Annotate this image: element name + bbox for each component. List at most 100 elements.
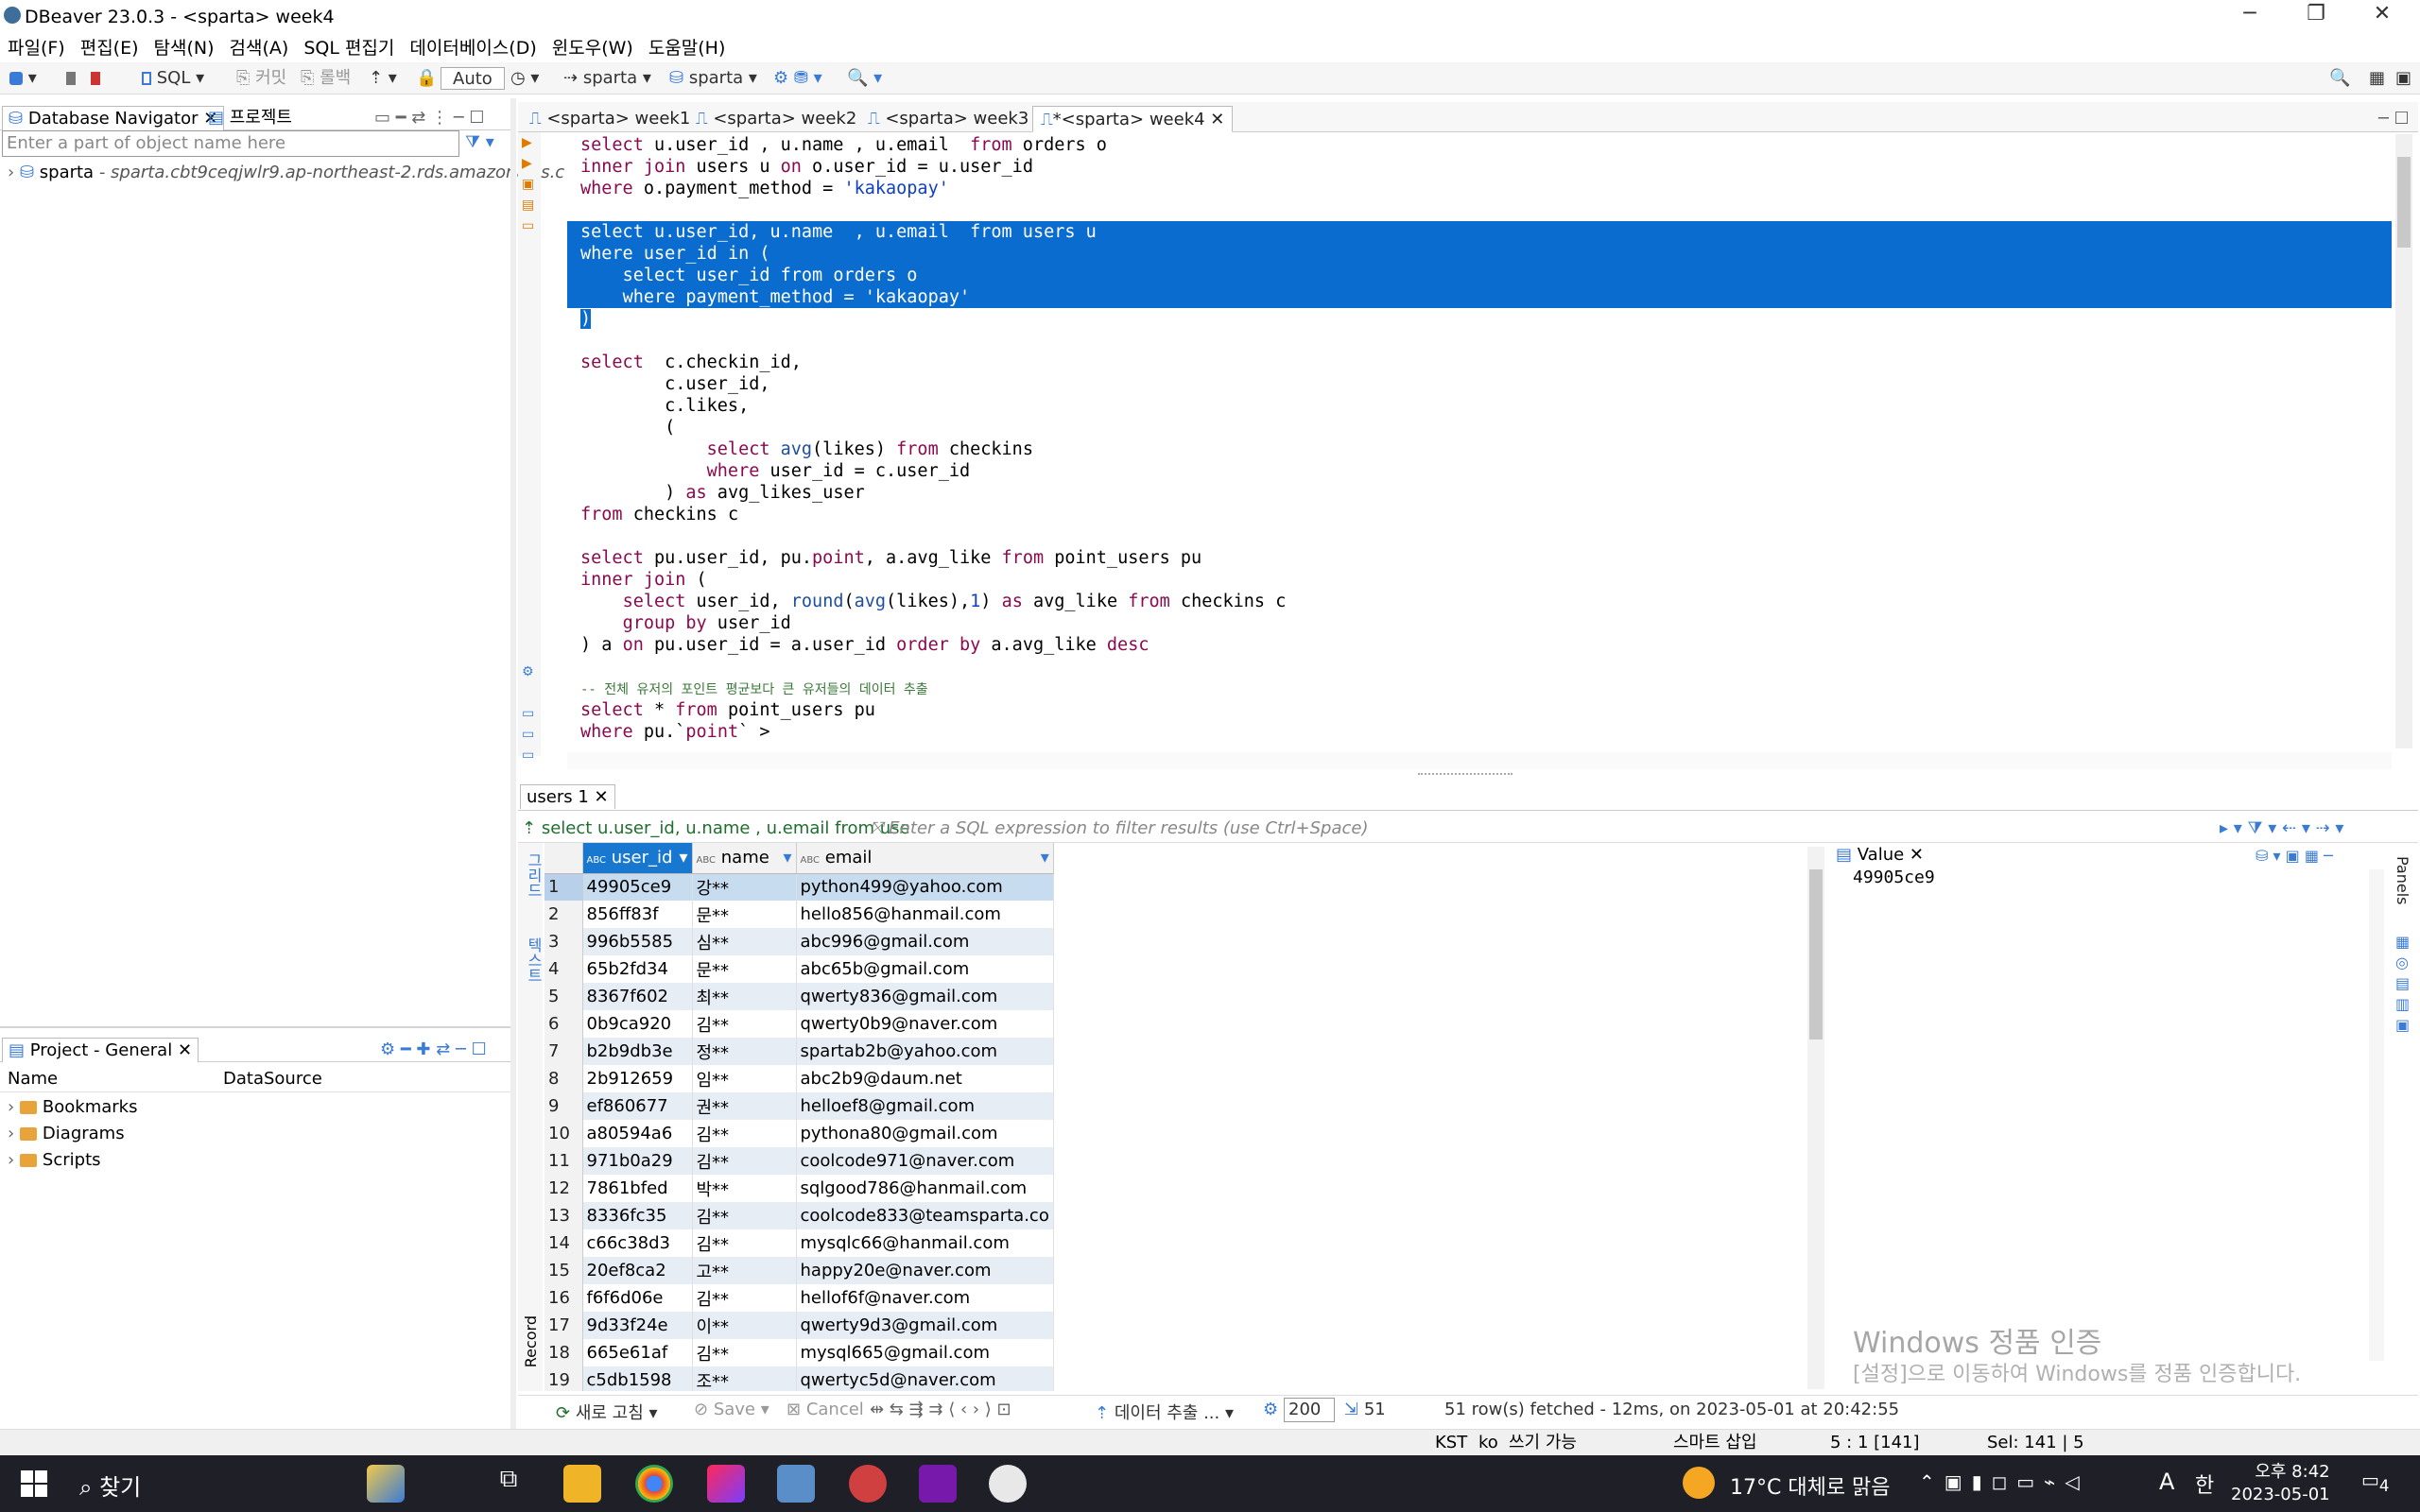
cell-email[interactable]: abc2b9@daum.net — [796, 1065, 1054, 1092]
cell-user-id[interactable]: 996b5585 — [582, 928, 693, 955]
navigator-search-input[interactable]: Enter a part of object name here — [2, 130, 459, 157]
weather-text[interactable]: 17°C 대체로 맑음 — [1730, 1470, 1891, 1501]
menu-search[interactable]: 검색(A) — [222, 34, 297, 62]
code-line[interactable]: inner join ( — [567, 569, 2392, 591]
table-row[interactable]: 13 8336fc35 김** coolcode833@teamsparta.co — [544, 1202, 1054, 1229]
code-line[interactable] — [567, 525, 2392, 547]
code-line[interactable]: where payment_method = 'kakaopay' — [567, 286, 2392, 308]
code-line[interactable]: group by user_id — [567, 612, 2392, 634]
cell-email[interactable]: hello856@hanmail.com — [796, 901, 1054, 928]
code-line[interactable]: where user_id in ( — [567, 243, 2392, 265]
code-line[interactable]: c.user_id, — [567, 373, 2392, 395]
sql-editor-button[interactable]: SQL ▾ — [142, 67, 204, 90]
filter-controls-icons[interactable]: ▸ ▾ ⧩ ▾ ⇠ ▾ ⇢ ▾ — [2220, 818, 2343, 838]
cancel-button[interactable]: ⊠ Cancel — [786, 1400, 864, 1419]
close-button[interactable]: ✕ — [2354, 2, 2411, 30]
widgets-icon[interactable] — [367, 1465, 405, 1503]
table-row[interactable]: 14 c66c38d3 김** mysqlc66@hanmail.com — [544, 1229, 1054, 1257]
cell-email[interactable]: hellof6f@naver.com — [796, 1284, 1054, 1312]
cell-name[interactable]: 김** — [692, 1010, 797, 1038]
code-line[interactable] — [567, 199, 2392, 221]
ime-hangul[interactable]: 한 — [2195, 1469, 2214, 1499]
chrome-icon[interactable] — [635, 1465, 673, 1503]
tab-week4[interactable]: ⎍*<sparta> week4 ✕ — [1032, 106, 1234, 132]
cell-user-id[interactable]: ef860677 — [582, 1092, 693, 1120]
tab-week2[interactable]: ⎍ <sparta> week2 — [688, 106, 864, 132]
tab-week3[interactable]: ⎍ <sparta> week3 — [860, 106, 1036, 132]
menu-window[interactable]: 윈도우(W) — [544, 34, 641, 62]
cell-email[interactable]: helloef8@gmail.com — [796, 1092, 1054, 1120]
cell-user-id[interactable]: 665e61af — [582, 1339, 693, 1366]
cell-email[interactable]: pythona80@gmail.com — [796, 1120, 1054, 1147]
code-line[interactable]: select user_id from orders o — [567, 265, 2392, 286]
cell-email[interactable]: python499@yahoo.com — [796, 873, 1054, 901]
schema-selector[interactable]: ⛁ sparta ▾ — [669, 67, 757, 90]
row-number[interactable]: 18 — [544, 1339, 583, 1366]
table-row[interactable]: 16 f6f6d06e 김** hellof6f@naver.com — [544, 1284, 1054, 1312]
new-connection-icon[interactable]: ▾ — [9, 67, 37, 90]
table-row[interactable]: 15 20ef8ca2 고** happy20e@naver.com — [544, 1257, 1054, 1284]
cell-name[interactable]: 박** — [692, 1175, 797, 1202]
cell-name[interactable]: 김** — [692, 1284, 797, 1312]
cell-email[interactable]: abc65b@gmail.com — [796, 955, 1054, 983]
rollback-button[interactable]: ⎘ 롤백 — [301, 67, 351, 90]
export-data-button[interactable]: ⇡ 데이터 추출 ... ▾ — [1095, 1400, 1234, 1424]
row-number[interactable]: 8 — [544, 1065, 583, 1092]
table-row[interactable]: 7 b2b9db3e 정** spartab2b@yahoo.com — [544, 1038, 1054, 1065]
cell-email[interactable]: qwerty9d3@gmail.com — [796, 1312, 1054, 1339]
code-line[interactable]: -- 전체 유저의 포인트 평균보다 큰 유저들의 데이터 추출⊖ — [567, 678, 2392, 699]
table-row[interactable]: 18 665e61af 김** mysql665@gmail.com — [544, 1339, 1054, 1366]
cell-user-id[interactable]: 856ff83f — [582, 901, 693, 928]
row-number[interactable]: 1 — [544, 873, 583, 901]
cell-email[interactable]: spartab2b@yahoo.com — [796, 1038, 1054, 1065]
cell-email[interactable]: coolcode833@teamsparta.co — [796, 1202, 1054, 1229]
minimize-button[interactable]: ─ — [2221, 2, 2278, 30]
code-line[interactable]: select * from point_users pu — [567, 699, 2392, 721]
filter-icon[interactable]: ⧩ ▾ — [465, 132, 494, 152]
value-panel-tools[interactable]: ⛁ ▾ ▣ ▦ ─ — [2256, 847, 2333, 865]
table-row[interactable]: 11 971b0a29 김** coolcode971@naver.com — [544, 1147, 1054, 1175]
tab-week1[interactable]: ⎍ <sparta> week1 — [522, 106, 698, 132]
cell-name[interactable]: 권** — [692, 1092, 797, 1120]
panels-icons[interactable]: ▦ ◎ ▤ ▥ ▣ — [2395, 932, 2410, 1036]
table-row[interactable]: 6 0b9ca920 김** qwerty0b9@naver.com — [544, 1010, 1054, 1038]
row-number[interactable]: 19 — [544, 1366, 583, 1391]
table-row[interactable]: 5 8367f602 최** qwerty836@gmail.com — [544, 983, 1054, 1010]
row-number[interactable]: 17 — [544, 1312, 583, 1339]
cell-user-id[interactable]: c5db1598 — [582, 1366, 693, 1391]
cell-name[interactable]: 조** — [692, 1366, 797, 1391]
panels-label[interactable]: Panels — [2394, 856, 2411, 905]
global-search-icon[interactable]: 🔍 — [2329, 67, 2350, 90]
row-number[interactable]: 4 — [544, 955, 583, 983]
auto-commit-field[interactable]: Auto — [441, 67, 505, 90]
cell-name[interactable]: 문** — [692, 955, 797, 983]
row-number[interactable]: 14 — [544, 1229, 583, 1257]
table-row[interactable]: 10 a80594a6 김** pythona80@gmail.com — [544, 1120, 1054, 1147]
column-header-name[interactable]: ABC name ▾ — [692, 843, 797, 874]
find-icon[interactable]: 🔍 ▾ — [847, 67, 882, 90]
column-header-email[interactable]: ABC email ▾ — [796, 843, 1054, 874]
dbeaver-perspective-icon[interactable]: ▣ — [2395, 67, 2411, 90]
code-line[interactable]: select user_id, round(avg(likes),1) as a… — [567, 591, 2392, 612]
code-line[interactable]: ( — [567, 417, 2392, 438]
table-row[interactable]: 17 9d33f24e 이** qwerty9d3@gmail.com — [544, 1312, 1054, 1339]
perspective-icon[interactable]: ▦ — [2369, 67, 2385, 90]
cell-name[interactable]: 정** — [692, 1038, 797, 1065]
row-number[interactable]: 7 — [544, 1038, 583, 1065]
code-line[interactable]: select c.checkin_id,⊖ — [567, 352, 2392, 373]
row-number[interactable]: 11 — [544, 1147, 583, 1175]
row-number[interactable]: 3 — [544, 928, 583, 955]
results-grid[interactable]: ABC user_id ▾ ABC name ▾ ABC email ▾ 1 49… — [544, 843, 1826, 1391]
editor-vertical-scrollbar[interactable] — [2395, 134, 2412, 748]
taskbar-clock[interactable]: 오후 8:42 2023-05-01 — [2231, 1461, 2330, 1506]
commit-button[interactable]: ⎘ 커밋 — [236, 67, 286, 90]
table-row[interactable]: 4 65b2fd34 문** abc65b@gmail.com — [544, 955, 1054, 983]
cell-name[interactable]: 김** — [692, 1202, 797, 1229]
grid-view-toggle[interactable]: 그리드 — [522, 852, 544, 898]
code-line[interactable]: select pu.user_id, pu.point, a.avg_like … — [567, 547, 2392, 569]
row-number[interactable]: 9 — [544, 1092, 583, 1120]
editor-horizontal-scrollbar[interactable] — [567, 752, 2392, 769]
cell-user-id[interactable]: 8367f602 — [582, 983, 693, 1010]
code-line[interactable]: c.likes, — [567, 395, 2392, 417]
text-view-toggle[interactable]: 텍스트 — [522, 937, 544, 983]
